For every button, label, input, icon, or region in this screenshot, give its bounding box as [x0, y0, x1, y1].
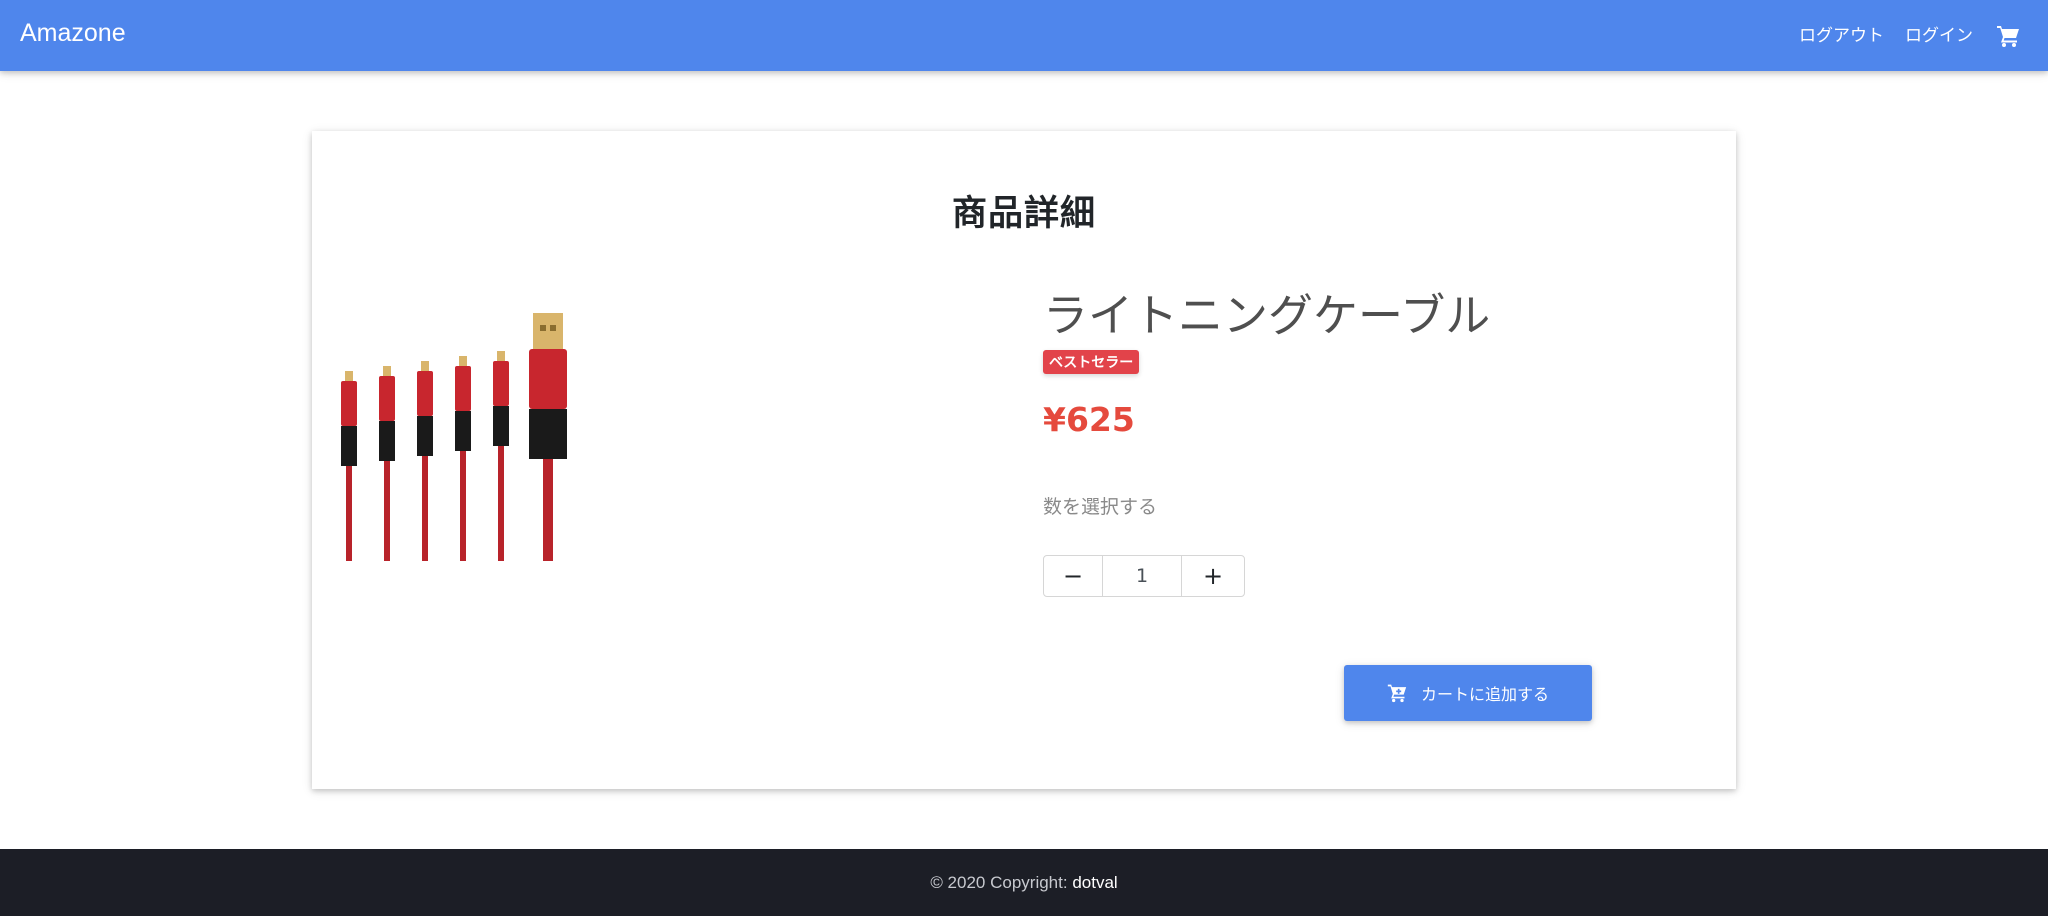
navbar-right: ログアウト ログイン: [1778, 22, 2020, 50]
copyright-owner-link[interactable]: dotval: [1072, 873, 1117, 892]
quantity-stepper: − 1 +: [1043, 555, 1245, 597]
product-info: ライトニングケーブル ベストセラー ¥625 数を選択する: [1043, 286, 1643, 519]
product-name: ライトニングケーブル: [1043, 289, 1491, 342]
logout-link[interactable]: ログアウト: [1799, 22, 1884, 50]
quantity-value[interactable]: 1: [1103, 555, 1181, 597]
footer: © 2020 Copyright: dotval: [0, 849, 2048, 916]
increment-button[interactable]: +: [1181, 555, 1245, 597]
top-navbar: Amazone ログアウト ログイン: [0, 0, 2048, 71]
add-to-cart-button[interactable]: カートに追加する: [1344, 665, 1592, 721]
page-title: 商品詳細: [951, 194, 1096, 234]
cart-plus-icon: [1387, 684, 1407, 703]
login-link[interactable]: ログイン: [1905, 22, 1973, 50]
cart-icon[interactable]: [1996, 24, 2020, 48]
add-to-cart-label: カートに追加する: [1420, 685, 1549, 704]
product-detail-card: 商品詳細 ライトニングケーブル ベストセラー ¥625 数を選択する − 1 +…: [312, 131, 1736, 789]
bestseller-badge: ベストセラー: [1043, 350, 1140, 374]
quantity-label: 数を選択する: [1043, 496, 1158, 518]
brand-logo[interactable]: Amazone: [20, 19, 126, 48]
product-price: ¥625: [1043, 400, 1135, 439]
decrement-button[interactable]: −: [1043, 555, 1103, 597]
copyright-text: © 2020 Copyright:: [930, 873, 1073, 892]
product-image: [341, 313, 567, 561]
